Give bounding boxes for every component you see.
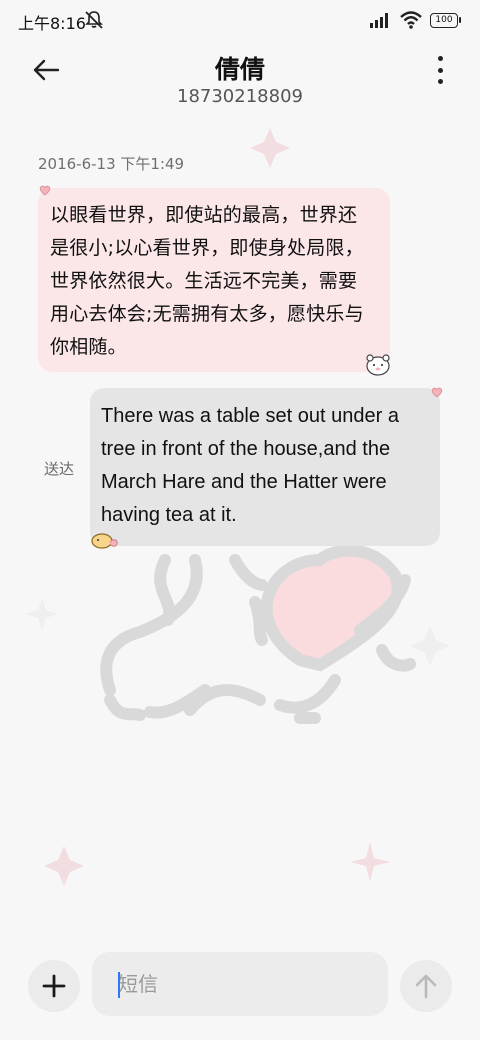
- mute-icon: [85, 11, 103, 29]
- status-bar: 上午8:16 100: [0, 0, 480, 40]
- text-caret: [118, 972, 120, 998]
- signal-icon: [370, 13, 388, 28]
- plus-icon: [42, 974, 66, 998]
- message-line: having tea at it.: [101, 504, 237, 526]
- sent-message-bubble[interactable]: There was a table set out under a tree i…: [90, 388, 440, 546]
- arrow-up-icon: [415, 974, 437, 999]
- add-attachment-button[interactable]: [28, 960, 80, 1012]
- more-vertical-icon: [437, 56, 443, 61]
- status-time: 上午8:16: [18, 14, 86, 33]
- message-line: 你相随。: [50, 336, 127, 358]
- more-options-button[interactable]: [430, 56, 450, 84]
- message-line: 世界依然很大。生活远不完美，需要: [50, 270, 358, 292]
- wifi-icon: [400, 11, 422, 29]
- message-timestamp: 2016-6-13 下午1:49: [38, 155, 185, 173]
- received-message-bubble[interactable]: 以眼看世界，即使站的最高，世界还 是很小;以心看世界，即使身处局限， 世界依然很…: [38, 188, 390, 372]
- battery-level: 100: [435, 14, 453, 25]
- message-line: tree in front of the house,and the: [101, 438, 391, 460]
- heart-sticker-icon: [39, 185, 51, 196]
- message-line: There was a table set out under a: [101, 405, 399, 427]
- delivery-status: 送达: [44, 460, 75, 478]
- message-line: March Hare and the Hatter were: [101, 471, 387, 493]
- message-composer: [0, 950, 480, 1022]
- message-line: 用心去体会;无需拥有太多，愿快乐与: [50, 303, 364, 325]
- contact-name: 倩倩: [214, 55, 265, 84]
- contact-phone-number: 18730218809: [177, 86, 303, 107]
- bunny-sticker-icon: [91, 533, 118, 549]
- message-input[interactable]: [92, 952, 388, 1016]
- send-button[interactable]: [400, 960, 452, 1012]
- conversation-header: 倩倩 18730218809: [0, 40, 480, 120]
- heart-sticker-icon: [431, 387, 443, 398]
- battery-icon: 100: [430, 12, 461, 28]
- message-line: 以眼看世界，即使站的最高，世界还: [50, 204, 358, 226]
- bear-sticker-icon: [366, 354, 390, 376]
- message-line: 是很小;以心看世界，即使身处局限，: [50, 237, 364, 259]
- status-icons: 100: [370, 10, 461, 30]
